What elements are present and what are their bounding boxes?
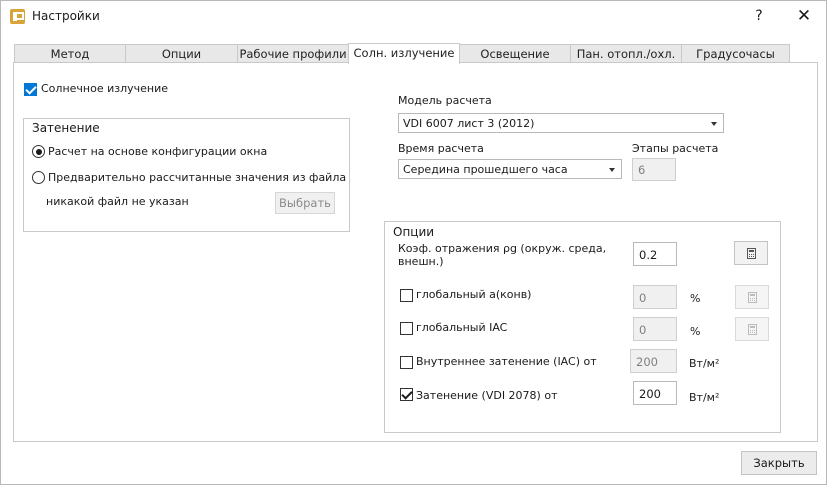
window-title: Настройки xyxy=(32,9,100,23)
solar-radiation-label: Солнечное излучение xyxy=(41,82,168,95)
chevron-down-icon xyxy=(609,168,615,172)
inner-shading-field: 200 xyxy=(630,349,677,373)
tab-work-profiles[interactable]: Рабочие профили xyxy=(237,44,349,63)
steps-label: Этапы расчета xyxy=(632,142,719,155)
global-iac-checkbox[interactable] xyxy=(400,322,413,335)
reflection-field[interactable]: 0.2 xyxy=(633,242,677,266)
tab-panel-heating-cooling[interactable]: Пан. отопл./охл. xyxy=(570,44,682,63)
global-a-checkbox[interactable] xyxy=(400,289,413,302)
tab-degree-hours[interactable]: Градусочасы xyxy=(681,44,790,63)
shading-group-title: Затенение xyxy=(32,121,100,135)
model-label: Модель расчета xyxy=(398,94,492,107)
close-button[interactable]: Закрыть xyxy=(741,451,817,475)
options-group-title: Опции xyxy=(393,225,435,239)
vdi-shading-unit: Вт/м² xyxy=(689,391,720,404)
shading-file-label: Предварительно рассчитанные значения из … xyxy=(48,171,347,184)
reflection-calc-button[interactable] xyxy=(734,241,768,265)
global-a-calc-button[interactable] xyxy=(735,285,769,309)
file-status-text: никакой файл не указан xyxy=(46,195,189,208)
reflection-label: Коэф. отражения ρg (окруж. среда, внешн.… xyxy=(398,242,607,268)
close-window-button[interactable]: ✕ xyxy=(787,5,821,27)
title-bar: Настройки ? ✕ xyxy=(1,1,826,32)
vdi-shading-value: 200 xyxy=(639,387,661,401)
inner-shading-checkbox[interactable] xyxy=(400,356,413,369)
global-a-field: 0 xyxy=(633,285,677,309)
tab-method[interactable]: Метод xyxy=(14,44,126,63)
global-a-label: глобальный a(конв) xyxy=(416,288,532,301)
tab-panel: Солнечное излучение Затенение Расчет на … xyxy=(13,62,818,442)
global-iac-unit: % xyxy=(690,325,701,338)
select-file-button[interactable]: Выбрать xyxy=(275,192,335,214)
tab-solar-radiation[interactable]: Солн. излучение xyxy=(348,43,460,64)
calculator-icon xyxy=(747,248,756,259)
global-iac-value: 0 xyxy=(639,323,647,337)
settings-dialog: Настройки ? ✕ Метод Опции Рабочие профил… xyxy=(0,0,827,485)
vdi-shading-label: Затенение (VDI 2078) от xyxy=(416,389,558,402)
calculator-icon xyxy=(748,292,757,303)
tab-options[interactable]: Опции xyxy=(125,44,238,63)
global-iac-label: глобальный IAC xyxy=(416,321,508,334)
chevron-down-icon xyxy=(711,122,717,126)
shading-window-config-label: Расчет на основе конфигурации окна xyxy=(48,145,268,158)
steps-value: 6 xyxy=(638,163,646,177)
tab-lighting[interactable]: Освещение xyxy=(459,44,571,63)
inner-shading-unit: Вт/м² xyxy=(689,357,720,370)
model-select-value: VDI 6007 лист 3 (2012) xyxy=(403,117,535,130)
vdi-shading-field[interactable]: 200 xyxy=(633,381,677,405)
model-select[interactable]: VDI 6007 лист 3 (2012) xyxy=(398,113,724,133)
calculator-icon xyxy=(748,324,757,335)
global-iac-calc-button[interactable] xyxy=(735,317,769,341)
inner-shading-label: Внутреннее затенение (IAC) от xyxy=(416,355,597,368)
steps-field: 6 xyxy=(632,158,676,181)
help-button[interactable]: ? xyxy=(745,5,773,27)
vdi-shading-checkbox[interactable] xyxy=(400,388,413,401)
shading-file-radio[interactable] xyxy=(32,171,45,184)
time-label: Время расчета xyxy=(398,142,484,155)
solar-radiation-checkbox[interactable] xyxy=(24,83,37,96)
shading-window-config-radio[interactable] xyxy=(32,145,45,158)
reflection-value: 0.2 xyxy=(639,248,658,262)
time-select[interactable]: Середина прошедшего часа xyxy=(398,159,622,179)
time-select-value: Середина прошедшего часа xyxy=(403,163,568,176)
app-logo-icon xyxy=(10,9,25,24)
global-iac-field: 0 xyxy=(633,317,677,341)
global-a-value: 0 xyxy=(639,291,647,305)
global-a-unit: % xyxy=(690,292,701,305)
inner-shading-value: 200 xyxy=(636,355,658,369)
